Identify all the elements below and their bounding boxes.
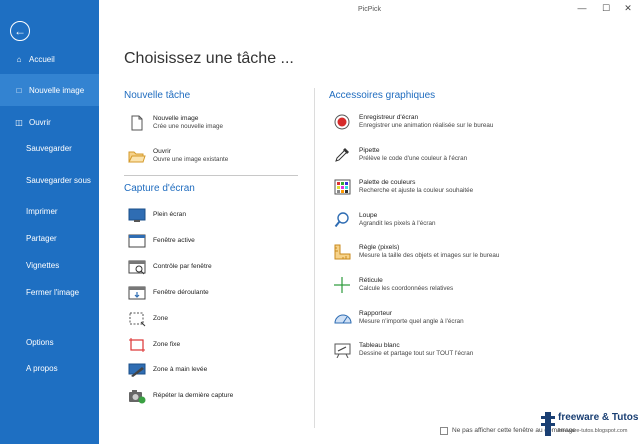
capture-heading: Capture d'écran bbox=[124, 183, 195, 194]
capture-active-window[interactable]: Fenêtre active bbox=[128, 233, 195, 249]
tool-eyedropper[interactable]: Pipette Prélève le code d'une couleur à … bbox=[334, 147, 467, 163]
sidebar-item-partager[interactable]: Partager bbox=[0, 230, 99, 246]
home-icon: ⌂ bbox=[16, 54, 22, 64]
new-image-icon: □ bbox=[16, 85, 22, 95]
sidebar-item-accueil[interactable]: ⌂ Accueil bbox=[0, 48, 99, 70]
full-screen-icon bbox=[128, 208, 146, 222]
watermark-logo-icon bbox=[541, 412, 555, 436]
open-folder-icon bbox=[128, 151, 146, 163]
window-control-icon bbox=[128, 260, 146, 275]
accessories-heading: Accessoires graphiques bbox=[329, 90, 436, 101]
magnifier-icon bbox=[334, 212, 349, 228]
watermark-title: freeware & Tutos bbox=[558, 412, 639, 423]
open-task[interactable]: Ouvrir Ouvre une image existante bbox=[128, 148, 228, 164]
sidebar-item-sauvegarder[interactable]: Sauvegarder bbox=[0, 140, 99, 156]
sidebar-item-options[interactable]: Options bbox=[0, 334, 99, 350]
title-bar: PicPick — ☐ ✕ bbox=[99, 0, 640, 22]
sidebar: ← ⌂ Accueil □ Nouvelle image ◫ Ouvrir Sa… bbox=[0, 0, 99, 444]
section-divider bbox=[124, 175, 298, 176]
column-divider bbox=[314, 88, 315, 428]
tool-color-palette[interactable]: Palette de couleurs Recherche et ajuste … bbox=[334, 179, 473, 195]
blank-page-icon bbox=[131, 115, 143, 131]
tool-crosshair[interactable]: Réticule Calcule les coordonnées relativ… bbox=[334, 277, 453, 293]
page-title: Choisissez une tâche ... bbox=[124, 50, 294, 67]
record-icon bbox=[334, 114, 350, 130]
sidebar-item-sauvegarder-sous[interactable]: Sauvegarder sous bbox=[0, 172, 99, 188]
close-button[interactable]: ✕ bbox=[621, 3, 635, 14]
sidebar-item-imprimer[interactable]: Imprimer bbox=[0, 203, 99, 219]
capture-freehand[interactable]: Zone à main levée bbox=[128, 362, 207, 378]
crosshair-icon bbox=[334, 277, 350, 293]
eyedropper-icon bbox=[335, 148, 349, 162]
sidebar-item-nouvelle-image[interactable]: □ Nouvelle image bbox=[0, 74, 99, 106]
tool-magnifier[interactable]: Loupe Agrandit les pixels à l'écran bbox=[334, 212, 435, 228]
minimize-button[interactable]: — bbox=[575, 3, 589, 13]
capture-scrolling-window[interactable]: Fenêtre déroulante bbox=[128, 285, 209, 301]
tool-whiteboard[interactable]: Tableau blanc Dessine et partage tout su… bbox=[334, 342, 473, 358]
tool-ruler[interactable]: Règle (pixels) Mesure la taille des obje… bbox=[334, 244, 499, 260]
watermark-subtitle: freeware-tutos.blogspot.com bbox=[558, 428, 628, 434]
watermark: freeware & Tutos freeware-tutos.blogspot… bbox=[540, 410, 638, 442]
new-task-heading: Nouvelle tâche bbox=[124, 90, 191, 101]
capture-fixed-region[interactable]: Zone fixe bbox=[128, 337, 180, 353]
sidebar-item-a-propos[interactable]: A propos bbox=[0, 360, 99, 376]
maximize-button[interactable]: ☐ bbox=[599, 3, 613, 14]
freehand-icon bbox=[128, 363, 146, 377]
new-image-task[interactable]: Nouvelle image Crée une nouvelle image bbox=[128, 115, 223, 131]
dont-show-checkbox[interactable] bbox=[440, 427, 448, 435]
fixed-region-icon bbox=[129, 338, 145, 352]
capture-window-control[interactable]: Contrôle par fenêtre bbox=[128, 259, 212, 275]
scrolling-window-icon bbox=[128, 286, 146, 300]
capture-region[interactable]: Zone bbox=[128, 311, 168, 327]
tool-screen-recorder[interactable]: Enregistreur d'écran Enregistrer une ani… bbox=[334, 114, 493, 130]
protractor-icon bbox=[334, 314, 352, 324]
ruler-icon bbox=[334, 244, 351, 260]
color-palette-icon bbox=[334, 179, 351, 195]
whiteboard-icon bbox=[334, 343, 351, 358]
capture-full-screen[interactable]: Plein écran bbox=[128, 207, 186, 223]
sidebar-item-vignettes[interactable]: Vignettes bbox=[0, 257, 99, 273]
folder-icon: ◫ bbox=[15, 117, 23, 127]
sidebar-item-ouvrir[interactable]: ◫ Ouvrir bbox=[0, 114, 99, 130]
active-window-icon bbox=[128, 234, 146, 248]
tool-protractor[interactable]: Rapporteur Mesure n'importe quel angle à… bbox=[334, 310, 464, 326]
repeat-capture-icon bbox=[129, 390, 146, 404]
back-arrow-icon[interactable]: ← bbox=[10, 21, 30, 41]
repeat-last-capture[interactable]: Répéter la dernière capture bbox=[128, 388, 233, 404]
region-icon bbox=[129, 312, 146, 327]
window-title: PicPick bbox=[358, 6, 381, 13]
sidebar-item-fermer-image[interactable]: Fermer l'image bbox=[0, 284, 99, 300]
